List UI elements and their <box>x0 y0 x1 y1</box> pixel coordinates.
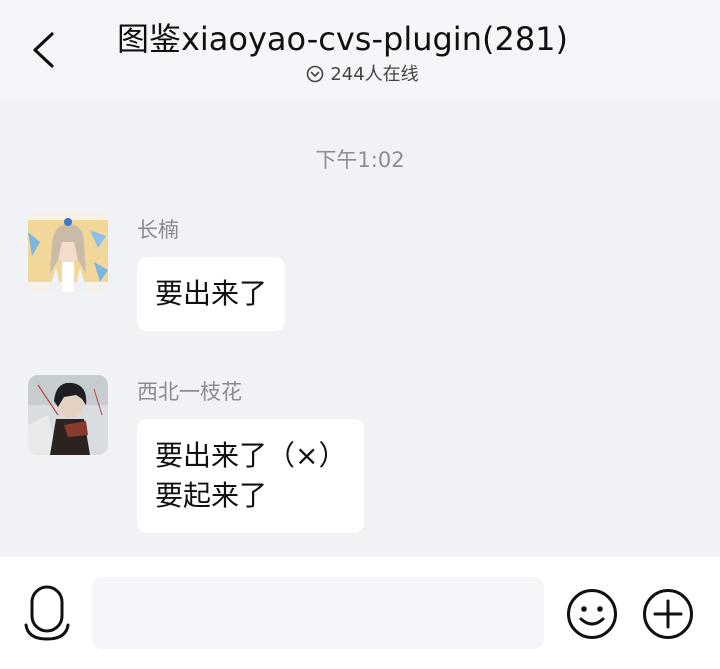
voice-button[interactable] <box>22 583 72 643</box>
smiley-icon <box>567 589 617 639</box>
online-status[interactable]: 244人在线 <box>0 60 720 86</box>
microphone-icon <box>24 585 70 641</box>
sender-name: 长楠 <box>137 218 179 242</box>
chevron-down-circle-icon <box>307 65 324 83</box>
message-input[interactable] <box>92 577 544 649</box>
chat-title[interactable]: 图鉴xiaoyao-cvs-plugin(281) <box>0 14 685 60</box>
message-bubble[interactable]: 要出来了 <box>137 257 286 331</box>
message-bubble[interactable]: 要出来了（×） 要起来了 <box>137 419 365 533</box>
avatar[interactable] <box>28 375 108 455</box>
plus-circle-icon <box>643 589 693 639</box>
chat-header: 图鉴xiaoyao-cvs-plugin(281) 244人在线 <box>0 0 720 100</box>
dark-haired-character-avatar <box>28 375 108 455</box>
online-count-label: 244人在线 <box>330 64 419 85</box>
time-divider: 下午1:02 <box>315 148 405 172</box>
sender-name: 西北一枝花 <box>137 380 242 404</box>
avatar[interactable] <box>28 212 108 292</box>
emoji-button[interactable] <box>566 588 618 640</box>
composer-bar <box>0 557 720 669</box>
more-button[interactable] <box>642 588 694 640</box>
anime-girl-avatar <box>28 212 108 292</box>
